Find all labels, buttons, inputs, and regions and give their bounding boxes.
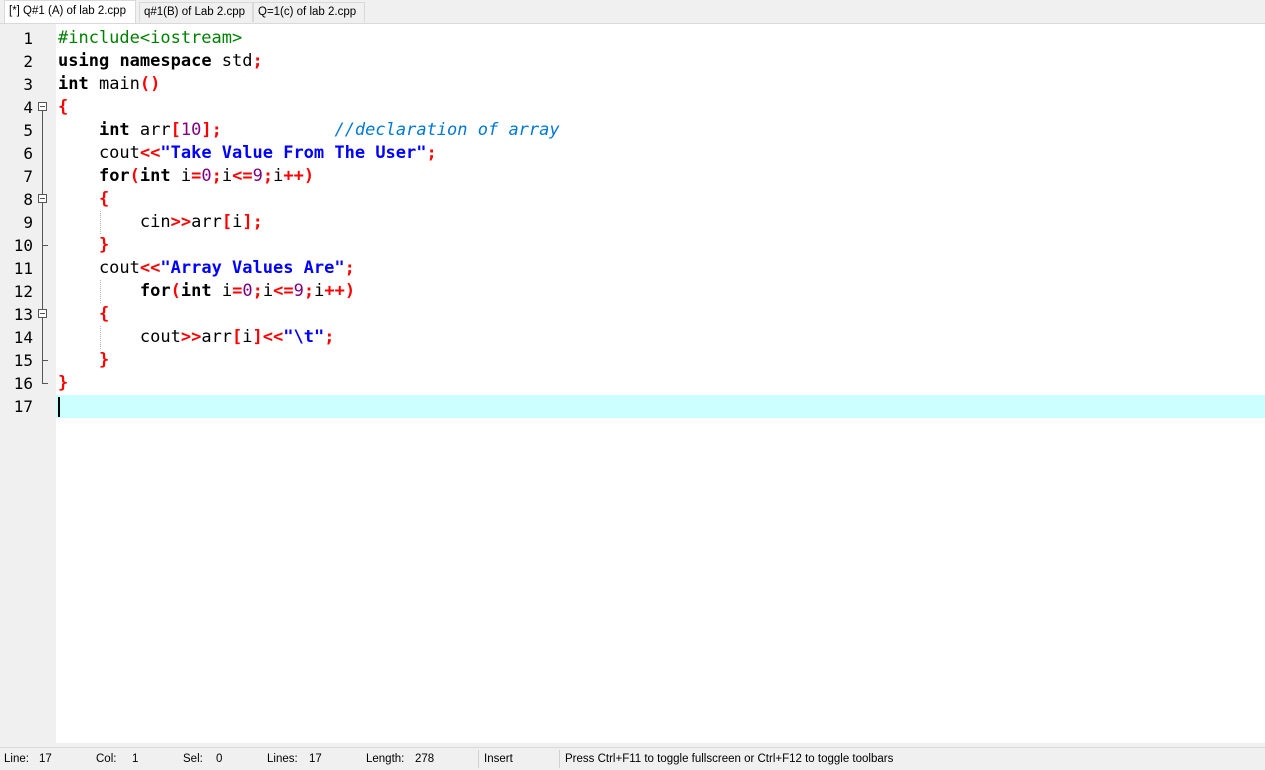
code-line[interactable]: cin>>arr[i]; — [58, 211, 1265, 234]
status-separator — [478, 750, 479, 768]
tab-bar: [*] Q#1 (A) of lab 2.cpp q#1(B) of Lab 2… — [0, 0, 1265, 24]
line-number: 1 — [23, 29, 33, 48]
code-line[interactable]: cout>>arr[i]<<"\t"; — [58, 326, 1265, 349]
current-code-line[interactable] — [56, 395, 1265, 418]
fold-toggle-icon[interactable] — [38, 309, 47, 318]
line-number: 11 — [13, 259, 33, 278]
code-editor[interactable]: 1 2 3 4 5 6 7 8 9 10 11 12 13 14 15 16 1… — [0, 24, 1265, 743]
tab-q1c-lab2[interactable]: Q=1(c) of lab 2.cpp — [253, 2, 365, 22]
status-bar: Line: 17 Col: 1 Sel: 0 Lines: 17 Length:… — [0, 747, 1265, 768]
code-line[interactable]: using namespace std; — [58, 50, 1265, 73]
tab-q1a-lab2[interactable]: [*] Q#1 (A) of lab 2.cpp — [4, 0, 136, 23]
code-line[interactable]: int arr[10]; //declaration of array — [58, 119, 1265, 142]
code-line[interactable]: { — [58, 303, 1265, 326]
line-number: 12 — [13, 282, 33, 301]
status-separator — [559, 750, 560, 768]
code-text-area[interactable]: #include<iostream> using namespace std; … — [56, 24, 1265, 743]
status-col-value: 1 — [132, 753, 139, 765]
status-length-label: Length: — [366, 753, 405, 765]
status-hint: Press Ctrl+F11 to toggle fullscreen or C… — [565, 753, 894, 765]
fold-toggle-icon[interactable] — [38, 102, 47, 111]
fold-guide — [42, 111, 43, 383]
line-number: 9 — [23, 213, 33, 232]
code-line[interactable]: int main() — [58, 73, 1265, 96]
code-line[interactable]: { — [58, 96, 1265, 119]
status-line-label: Line: — [4, 753, 29, 765]
status-sel-value: 0 — [216, 753, 223, 765]
fold-end-marker — [42, 360, 48, 361]
code-line[interactable]: } — [58, 234, 1265, 257]
code-line[interactable]: } — [58, 372, 1265, 395]
status-sel-label: Sel: — [183, 753, 203, 765]
line-number: 6 — [23, 144, 33, 163]
fold-toggle-icon[interactable] — [38, 194, 47, 203]
line-number: 17 — [13, 397, 33, 416]
code-line[interactable]: } — [58, 349, 1265, 372]
line-number-gutter: 1 2 3 4 5 6 7 8 9 10 11 12 13 14 15 16 1… — [0, 24, 56, 743]
status-lines-label: Lines: — [267, 753, 298, 765]
line-number: 4 — [23, 98, 33, 117]
text-caret — [58, 397, 60, 417]
line-number: 7 — [23, 167, 33, 186]
line-number: 15 — [13, 351, 33, 370]
status-col-label: Col: — [96, 753, 117, 765]
status-insert-mode[interactable]: Insert — [484, 748, 513, 768]
code-line[interactable]: for(int i=0;i<=9;i++) — [58, 280, 1265, 303]
code-line[interactable]: for(int i=0;i<=9;i++) — [58, 165, 1265, 188]
code-line[interactable]: cout<<"Take Value From The User"; — [58, 142, 1265, 165]
line-number: 3 — [23, 75, 33, 94]
fold-end-marker — [42, 245, 48, 246]
line-number: 2 — [23, 52, 33, 71]
line-number: 10 — [13, 236, 33, 255]
line-number: 13 — [13, 305, 33, 324]
code-line[interactable]: cout<<"Array Values Are"; — [58, 257, 1265, 280]
status-line-value: 17 — [39, 753, 52, 765]
line-number: 14 — [13, 328, 33, 347]
tab-q1b-lab2[interactable]: q#1(B) of Lab 2.cpp — [139, 2, 253, 22]
code-line[interactable]: #include<iostream> — [58, 27, 1265, 50]
line-number: 5 — [23, 121, 33, 140]
status-length-value: 278 — [415, 753, 435, 765]
line-number: 8 — [23, 190, 33, 209]
line-number: 16 — [13, 374, 33, 393]
status-lines-value: 17 — [309, 753, 322, 765]
fold-end-marker — [42, 383, 48, 384]
code-line[interactable]: { — [58, 188, 1265, 211]
